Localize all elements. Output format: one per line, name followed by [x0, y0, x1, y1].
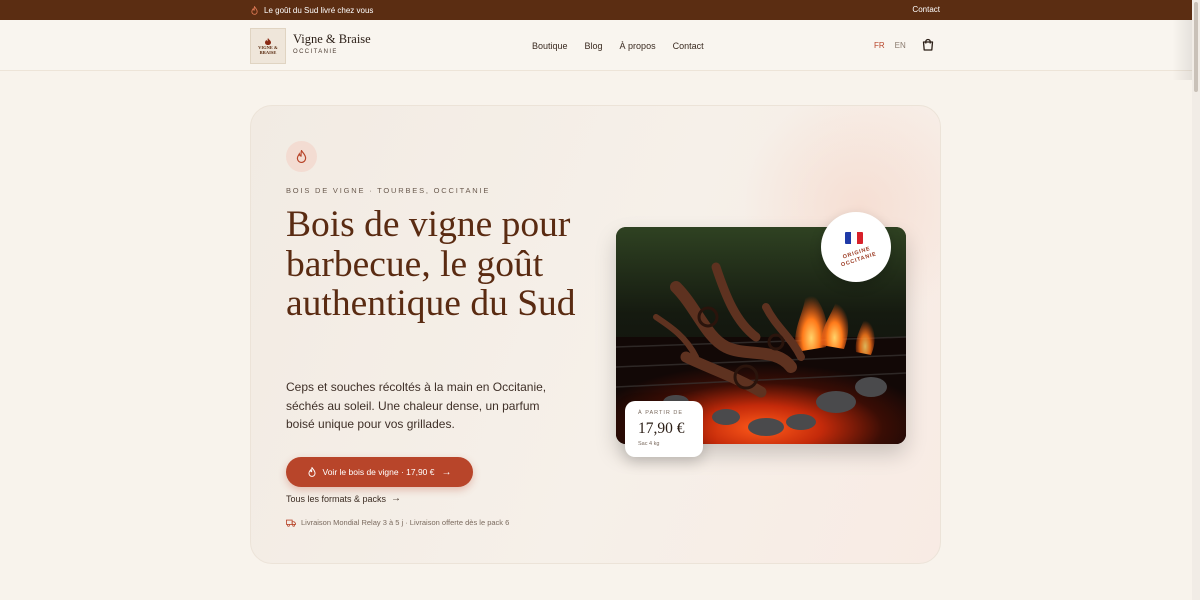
origin-badge: ORIGINE OCCITANIE: [821, 212, 891, 282]
hero-lead: Ceps et souches récoltés à la main en Oc…: [286, 380, 547, 431]
brand-logo[interactable]: VIGNE & BRAISE: [250, 28, 286, 64]
all-formats-label: Tous les formats & packs: [286, 493, 387, 504]
site-header: VIGNE & BRAISE Vigne & Braise OCCITANIE …: [0, 20, 1200, 71]
flame-icon: [251, 5, 258, 15]
flame-icon: [307, 467, 316, 477]
announcement-text: Le goût du Sud livré chez vous: [264, 5, 374, 15]
language-switcher: FR EN: [874, 20, 906, 71]
delivery-info: Livraison Mondial Relay 3 à 5 j · Livrai…: [286, 518, 509, 527]
main-nav: Boutique Blog À propos Contact: [532, 20, 704, 71]
truck-icon: [286, 519, 296, 527]
price-value: 17,90 €: [638, 420, 685, 437]
origin-badge-text: ORIGINE OCCITANIE: [832, 243, 884, 272]
announcement-message-group: Le goût du Sud livré chez vous: [251, 0, 373, 20]
nav-item-contact[interactable]: Contact: [673, 41, 704, 51]
logo-flame-icon: [265, 37, 271, 45]
price-size: Sac 4 kg: [638, 441, 660, 447]
hero-card: BOIS DE VIGNE · TOURBES, OCCITANIE Bois …: [250, 105, 941, 564]
nav-item-boutique[interactable]: Boutique: [532, 41, 568, 51]
cart-icon[interactable]: [921, 38, 935, 52]
hero-eyebrow: BOIS DE VIGNE · TOURBES, OCCITANIE: [286, 186, 491, 195]
primary-cta-label: Voir le bois de vigne · 17,90 €: [322, 467, 435, 477]
arrow-right-icon: →: [391, 493, 402, 504]
price-card: À PARTIR DE 17,90 € Sac 4 kg: [625, 401, 703, 457]
arrow-right-icon: →: [441, 466, 452, 478]
logo-text-line-2: BRAISE: [259, 49, 277, 55]
hero-headline: Bois de vigne pour barbecue, le goût aut…: [286, 204, 576, 324]
lang-en-button[interactable]: EN: [895, 41, 906, 50]
hero-flame-badge: [286, 141, 317, 172]
lang-fr-button[interactable]: FR: [874, 41, 885, 50]
all-formats-link[interactable]: Tous les formats & packs →: [286, 493, 401, 504]
brand-subtitle: OCCITANIE: [293, 49, 338, 55]
flame-icon: [296, 150, 307, 163]
scrollbar-thumb[interactable]: [1194, 2, 1198, 92]
edge-shadow: [1172, 20, 1192, 80]
primary-cta-button[interactable]: Voir le bois de vigne · 17,90 € →: [286, 457, 473, 487]
price-from-label: À PARTIR DE: [638, 410, 684, 416]
brand-name[interactable]: Vigne & Braise: [293, 32, 371, 47]
nav-item-a-propos[interactable]: À propos: [620, 41, 656, 51]
delivery-text: Livraison Mondial Relay 3 à 5 j · Livrai…: [301, 518, 510, 527]
page-scrollbar[interactable]: [1192, 0, 1200, 600]
topbar-contact-link[interactable]: Contact: [912, 0, 940, 20]
france-flag-icon: [845, 232, 863, 244]
nav-item-blog[interactable]: Blog: [585, 41, 603, 51]
announcement-bar: Le goût du Sud livré chez vous Contact: [0, 0, 1200, 20]
